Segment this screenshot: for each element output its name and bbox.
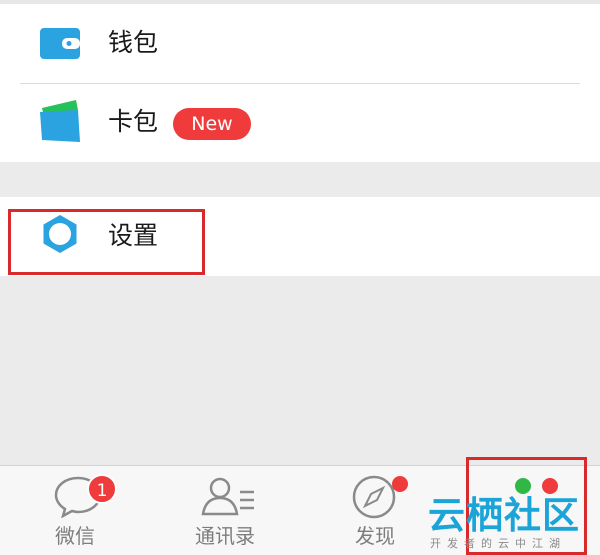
- wallet-icon: [40, 28, 80, 59]
- tab-chats[interactable]: 1 微信: [15, 466, 135, 555]
- contacts-icon: [201, 477, 254, 516]
- wallet-group: 钱包 卡包 New: [0, 4, 600, 162]
- unread-count-badge: 1: [87, 474, 117, 504]
- compass-icon: [352, 475, 396, 519]
- tab-discover-label: 发现: [355, 524, 395, 548]
- settings-highlight-box: [8, 209, 205, 275]
- tab-contacts[interactable]: 通讯录: [165, 466, 285, 555]
- tab-chats-label: 微信: [55, 524, 95, 548]
- tab-discover[interactable]: 发现: [315, 466, 435, 555]
- cards-label: 卡包: [108, 107, 159, 136]
- menu-item-wallet[interactable]: 钱包: [0, 4, 600, 83]
- new-badge: New: [173, 108, 251, 140]
- discover-red-dot: [392, 476, 408, 492]
- cards-icon: [40, 100, 80, 142]
- watermark-logo: 云栖社区 开发者的云中江湖: [420, 485, 600, 555]
- menu-item-cards[interactable]: 卡包 New: [0, 83, 600, 162]
- tab-contacts-label: 通讯录: [195, 524, 255, 548]
- watermark-title: 云栖社区: [428, 494, 580, 537]
- watermark-subtitle: 开发者的云中江湖: [430, 537, 566, 550]
- wallet-label: 钱包: [108, 28, 159, 57]
